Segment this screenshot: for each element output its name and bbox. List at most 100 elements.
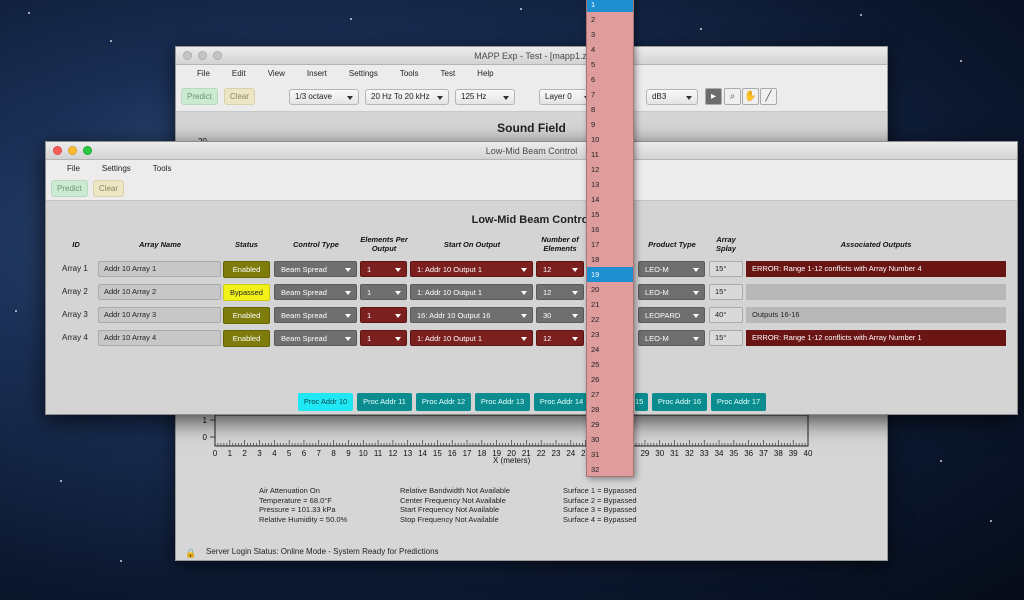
number-of-elements-select[interactable]: 12 (536, 261, 584, 277)
popup-option-12[interactable]: 12 (587, 162, 633, 177)
status-toggle-button[interactable]: Enabled (223, 307, 270, 324)
zoom-window-button[interactable] (83, 146, 92, 155)
popup-option-18[interactable]: 18 (587, 252, 633, 267)
proc-addr-16-button[interactable]: Proc Addr 16 (652, 393, 707, 411)
number-of-elements-select[interactable]: 30 (536, 307, 584, 323)
menu-help[interactable]: Help (466, 69, 504, 78)
popup-option-15[interactable]: 15 (587, 207, 633, 222)
popup-option-19[interactable]: 19 (587, 267, 633, 282)
close-window-button[interactable] (183, 51, 192, 60)
popup-option-29[interactable]: 29 (587, 417, 633, 432)
elements-per-output-select[interactable]: 1 (360, 307, 407, 323)
proc-addr-10-button[interactable]: Proc Addr 10 (298, 393, 353, 411)
popup-option-32[interactable]: 32 (587, 462, 633, 476)
array-splay-field[interactable]: 15° (709, 330, 743, 346)
popup-option-11[interactable]: 11 (587, 147, 633, 162)
menu-settings[interactable]: Settings (91, 164, 142, 173)
menu-settings[interactable]: Settings (338, 69, 389, 78)
menu-insert[interactable]: Insert (296, 69, 338, 78)
menu-file[interactable]: File (186, 69, 221, 78)
elements-per-output-select[interactable]: 1 (360, 261, 407, 277)
array-splay-field[interactable]: 15° (709, 261, 743, 277)
menu-file[interactable]: File (56, 164, 91, 173)
predict-button[interactable]: Predict (51, 180, 88, 197)
popup-option-10[interactable]: 10 (587, 132, 633, 147)
minimize-window-button[interactable] (68, 146, 77, 155)
popup-option-16[interactable]: 16 (587, 222, 633, 237)
control-type-select[interactable]: Beam Spread (274, 261, 357, 277)
popup-option-27[interactable]: 27 (587, 387, 633, 402)
number-of-elements-popup[interactable]: 1 2 3 4 5 6 7 8 9 10 11 12 13 14 15 16 17 18 19 20 21 22 23 24 2… (586, 0, 634, 477)
popup-option-8[interactable]: 8 (587, 102, 633, 117)
start-on-output-select[interactable]: 1: Addr 10 Output 1 (410, 261, 533, 277)
popup-option-23[interactable]: 23 (587, 327, 633, 342)
proc-addr-15-button[interactable]: 15 (635, 393, 648, 411)
menu-tools[interactable]: Tools (389, 69, 430, 78)
popup-option-7[interactable]: 7 (587, 87, 633, 102)
array-name-field[interactable]: Addr 10 Array 2 (98, 284, 221, 300)
array-name-field[interactable]: Addr 10 Array 1 (98, 261, 221, 277)
clear-button[interactable]: Clear (92, 180, 125, 197)
proc-addr-14-button[interactable]: Proc Addr 14 (534, 393, 589, 411)
popup-option-2[interactable]: 2 (587, 12, 633, 27)
clear-button[interactable]: Clear (223, 88, 256, 105)
array-name-field[interactable]: Addr 10 Array 3 (98, 307, 221, 323)
close-window-button[interactable] (53, 146, 62, 155)
array-name-field[interactable]: Addr 10 Array 4 (98, 330, 221, 346)
elements-per-output-select[interactable]: 1 (360, 284, 407, 300)
array-splay-field[interactable]: 40° (709, 307, 743, 323)
minimize-window-button[interactable] (198, 51, 207, 60)
control-type-select[interactable]: Beam Spread (274, 307, 357, 323)
popup-option-22[interactable]: 22 (587, 312, 633, 327)
popup-option-20[interactable]: 20 (587, 282, 633, 297)
product-type-select[interactable]: LEO-M (638, 284, 705, 300)
popup-option-9[interactable]: 9 (587, 117, 633, 132)
status-toggle-button[interactable]: Bypassed (223, 284, 270, 301)
start-on-output-select[interactable]: 1: Addr 10 Output 1 (410, 284, 533, 300)
zoom-window-button[interactable] (213, 51, 222, 60)
start-on-output-select[interactable]: 1: Addr 10 Output 1 (410, 330, 533, 346)
product-type-select[interactable]: LEO-M (638, 330, 705, 346)
product-type-select[interactable]: LEOPARD (638, 307, 705, 323)
control-type-select[interactable]: Beam Spread (274, 330, 357, 346)
popup-option-6[interactable]: 6 (587, 72, 633, 87)
product-type-select[interactable]: LEO-M (638, 261, 705, 277)
popup-option-31[interactable]: 31 (587, 447, 633, 462)
proc-addr-11-button[interactable]: Proc Addr 11 (357, 393, 412, 411)
array-splay-field[interactable]: 15° (709, 284, 743, 300)
zoom-tool-icon[interactable]: ⌕ (724, 88, 741, 105)
popup-option-1[interactable]: 1 (587, 0, 633, 12)
pan-tool-icon[interactable]: ✋ (742, 88, 759, 105)
proc-addr-17-button[interactable]: Proc Addr 17 (711, 393, 766, 411)
control-type-select[interactable]: Beam Spread (274, 284, 357, 300)
popup-option-14[interactable]: 14 (587, 192, 633, 207)
popup-option-5[interactable]: 5 (587, 57, 633, 72)
popup-option-26[interactable]: 26 (587, 372, 633, 387)
frequency-select[interactable]: 125 Hz (455, 88, 516, 105)
pointer-tool-icon[interactable]: ▸ (705, 88, 722, 105)
popup-option-24[interactable]: 24 (587, 342, 633, 357)
number-of-elements-select[interactable]: 12 (536, 284, 584, 300)
menu-edit[interactable]: Edit (221, 69, 257, 78)
start-on-output-select[interactable]: 16: Addr 10 Output 16 (410, 307, 533, 323)
predict-button[interactable]: Predict (181, 88, 218, 105)
popup-option-25[interactable]: 25 (587, 357, 633, 372)
proc-addr-12-button[interactable]: Proc Addr 12 (416, 393, 471, 411)
popup-option-13[interactable]: 13 (587, 177, 633, 192)
menu-view[interactable]: View (257, 69, 296, 78)
elements-per-output-select[interactable]: 1 (360, 330, 407, 346)
status-toggle-button[interactable]: Enabled (223, 261, 270, 278)
popup-option-17[interactable]: 17 (587, 237, 633, 252)
units-select[interactable]: dB3 (646, 88, 699, 105)
status-toggle-button[interactable]: Enabled (223, 330, 270, 347)
popup-option-3[interactable]: 3 (587, 27, 633, 42)
frequency-range-select[interactable]: 20 Hz To 20 kHz (365, 88, 450, 105)
menu-test[interactable]: Test (430, 69, 467, 78)
bandwidth-select[interactable]: 1/3 octave (289, 88, 360, 105)
number-of-elements-select[interactable]: 12 (536, 330, 584, 346)
popup-option-28[interactable]: 28 (587, 402, 633, 417)
popup-option-4[interactable]: 4 (587, 42, 633, 57)
popup-option-21[interactable]: 21 (587, 297, 633, 312)
menu-tools[interactable]: Tools (142, 164, 183, 173)
proc-addr-13-button[interactable]: Proc Addr 13 (475, 393, 530, 411)
